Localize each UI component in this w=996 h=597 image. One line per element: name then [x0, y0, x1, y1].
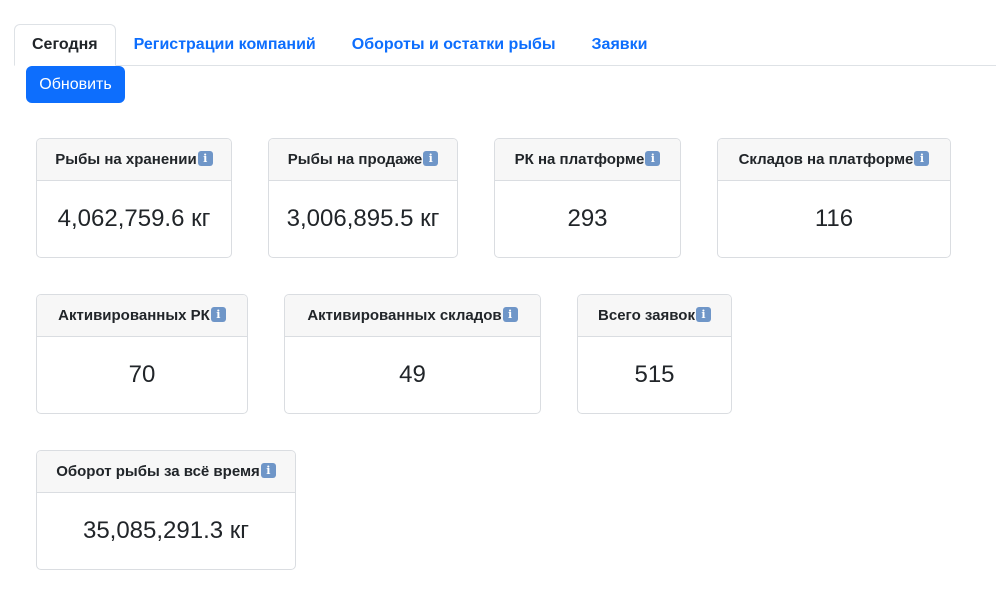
card-header: Активированных РК i	[37, 295, 247, 337]
card-active-warehouses: Активированных складов i 49	[284, 294, 541, 414]
card-value: 116	[814, 205, 854, 232]
card-value: 3,006,895.5 кг	[286, 205, 440, 232]
card-fish-sale: Рыбы на продаже i 3,006,895.5 кг	[268, 138, 458, 258]
tab-today[interactable]: Сегодня	[14, 24, 116, 66]
card-fish-turnover: Оборот рыбы за всё время i 35,085,291.3 к…	[36, 450, 296, 570]
info-icon[interactable]: i	[197, 151, 213, 166]
tab-bar: Сегодня Регистрации компаний Обороты и о…	[14, 24, 996, 66]
card-title: Рыбы на продаже	[287, 151, 423, 168]
card-value: 293	[567, 205, 608, 232]
card-header: Рыбы на продаже i	[269, 139, 457, 181]
card-active-rk: Активированных РК i 70	[36, 294, 248, 414]
card-title: Рыбы на хранении	[55, 151, 197, 168]
info-icon[interactable]: i	[423, 151, 439, 166]
card-header: Всего заявок i	[578, 295, 731, 337]
tab-requests[interactable]: Заявки	[574, 24, 666, 66]
info-icon[interactable]: i	[914, 151, 930, 166]
card-title: Активированных РК	[58, 307, 210, 324]
dashboard-page: Сегодня Регистрации компаний Обороты и о…	[0, 0, 996, 597]
card-warehouses-platform: Складов на платформе i 116	[717, 138, 951, 258]
card-total-requests: Всего заявок i 515	[577, 294, 732, 414]
info-icon[interactable]: i	[210, 307, 226, 322]
card-rk-platform: РК на платформе i 293	[494, 138, 681, 258]
card-value: 49	[399, 361, 426, 388]
info-icon[interactable]: i	[695, 307, 711, 322]
card-header: РК на платформе i	[495, 139, 680, 181]
card-header: Активированных складов i	[285, 295, 540, 337]
card-header: Складов на платформе i	[718, 139, 950, 181]
card-value: 70	[128, 361, 156, 388]
card-value: 515	[634, 361, 675, 388]
card-value: 4,062,759.6 кг	[57, 205, 211, 232]
card-title: Активированных складов	[307, 307, 502, 324]
card-title: Всего заявок	[598, 307, 695, 324]
card-title: Складов на платформе	[738, 151, 914, 168]
card-title: Оборот рыбы за всё время	[56, 463, 260, 480]
card-header: Оборот рыбы за всё время i	[37, 451, 295, 493]
card-title: РК на платформе	[514, 151, 645, 168]
tab-fish-turnover-balances[interactable]: Обороты и остатки рыбы	[334, 24, 574, 66]
refresh-button[interactable]: Обновить	[26, 66, 125, 103]
card-fish-storage: Рыбы на хранении i 4,062,759.6 кг	[36, 138, 232, 258]
card-header: Рыбы на хранении i	[37, 139, 231, 181]
info-icon[interactable]: i	[645, 151, 661, 166]
info-icon[interactable]: i	[502, 307, 518, 322]
card-value: 35,085,291.3 кг	[82, 517, 250, 544]
tab-company-registrations[interactable]: Регистрации компаний	[116, 24, 334, 66]
info-icon[interactable]: i	[260, 463, 276, 478]
